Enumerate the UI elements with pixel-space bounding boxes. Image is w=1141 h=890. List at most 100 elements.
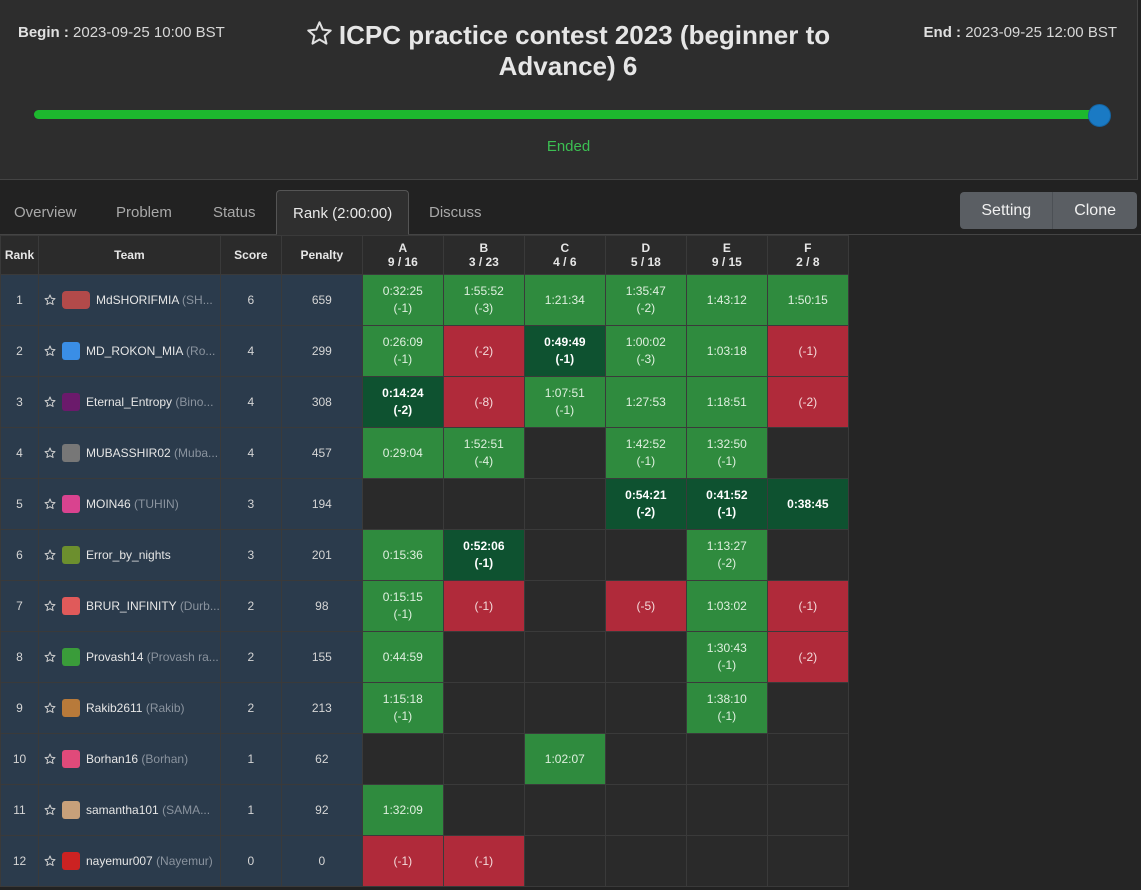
table-row: 6 Error_by_nights 3 201 0:15:36 0:52:06 (-1) 1… — [0, 529, 849, 581]
favorite-star-icon[interactable] — [44, 855, 56, 867]
solve-time: 0:54:21 — [625, 488, 667, 502]
score-header[interactable]: Score — [219, 235, 282, 275]
problem-cell-a[interactable]: 0:15:36 — [361, 529, 444, 581]
favorite-star-icon[interactable] — [44, 804, 56, 816]
team-nickname: (Durb... — [179, 599, 220, 613]
tab-overview[interactable]: Overview — [0, 190, 93, 234]
problem-cell-d[interactable]: 1:00:02 (-3) — [604, 325, 687, 377]
favorite-star-icon[interactable] — [44, 498, 56, 510]
team-name[interactable]: nayemur007 — [86, 854, 153, 868]
problem-cell-e[interactable]: 0:41:52 (-1) — [685, 478, 768, 530]
problem-cell-a[interactable]: 0:26:09 (-1) — [361, 325, 444, 377]
team-name[interactable]: Eternal_Entropy — [86, 395, 172, 409]
problem-cell-f[interactable]: (-2) — [766, 376, 849, 428]
problem-header-d[interactable]: D5 / 18 — [604, 235, 687, 275]
team-name[interactable]: Error_by_nights — [86, 548, 171, 562]
tab-problem[interactable]: Problem — [100, 190, 188, 234]
team-name[interactable]: Rakib2611 — [86, 701, 142, 715]
team-name[interactable]: MOIN46 — [86, 497, 131, 511]
problem-cell-a[interactable]: 0:15:15 (-1) — [361, 580, 444, 632]
problem-cell-e[interactable]: 1:03:18 — [685, 325, 768, 377]
team-name[interactable]: BRUR_INFINITY — [86, 599, 176, 613]
rank-header[interactable]: Rank — [0, 235, 39, 275]
team-name[interactable]: Borhan16 — [86, 752, 138, 766]
team-header[interactable]: Team — [38, 235, 221, 275]
team-name[interactable]: MD_ROKON_MIA — [86, 344, 183, 358]
problem-cell-b[interactable]: (-1) — [442, 835, 525, 887]
problem-cell-e[interactable]: 1:13:27 (-2) — [685, 529, 768, 581]
problem-header-b[interactable]: B3 / 23 — [442, 235, 525, 275]
problem-cell-f[interactable]: 1:50:15 — [766, 274, 849, 326]
problem-cell-a[interactable]: 0:29:04 — [361, 427, 444, 479]
favorite-star-icon[interactable] — [44, 396, 56, 408]
favorite-star-icon[interactable] — [44, 600, 56, 612]
problem-cell-d[interactable]: (-5) — [604, 580, 687, 632]
problem-stat: 3 / 23 — [468, 255, 499, 269]
problem-cell-c[interactable]: 0:49:49 (-1) — [523, 325, 606, 377]
favorite-star-icon[interactable] — [44, 651, 56, 663]
solve-time: 1:21:34 — [544, 292, 585, 307]
problem-cell-e[interactable]: 1:30:43 (-1) — [685, 631, 768, 683]
problem-cell-e[interactable]: 1:43:12 — [685, 274, 768, 326]
team-name[interactable]: MUBASSHIR02 — [86, 446, 171, 460]
problem-cell-a[interactable]: 0:14:24 (-2) — [361, 376, 444, 428]
problem-cell-b[interactable]: 1:55:52 (-3) — [442, 274, 525, 326]
favorite-star-icon[interactable] — [44, 702, 56, 714]
problem-cell-e[interactable]: 1:32:50 (-1) — [685, 427, 768, 479]
attempts: (-3) — [474, 301, 494, 315]
problem-header-e[interactable]: E9 / 15 — [685, 235, 768, 275]
problem-cell-f[interactable]: 0:38:45 — [766, 478, 849, 530]
problem-cell-a[interactable]: 0:32:25 (-1) — [361, 274, 444, 326]
problem-cell-f[interactable]: (-1) — [766, 580, 849, 632]
clone-button[interactable]: Clone — [1052, 192, 1137, 229]
problem-cell-a[interactable]: 1:15:18 (-1) — [361, 682, 444, 734]
problem-cell-d[interactable]: 1:27:53 — [604, 376, 687, 428]
problem-cell-c[interactable]: 1:02:07 — [523, 733, 606, 785]
problem-cell-b[interactable]: (-2) — [442, 325, 525, 377]
table-row: 1 MdSHORIFMIA (SH... 6 659 0:32:25 (-1) 1:55:5… — [0, 274, 849, 326]
favorite-star-icon[interactable] — [44, 753, 56, 765]
problem-cell-f[interactable]: (-2) — [766, 631, 849, 683]
problem-cell-a[interactable]: 1:32:09 — [361, 784, 444, 836]
problem-header-f[interactable]: F2 / 8 — [766, 235, 849, 275]
begin-value: 2023-09-25 10:00 BST — [73, 24, 225, 41]
problem-cell-d[interactable]: 1:42:52 (-1) — [604, 427, 687, 479]
favorite-star-icon[interactable] — [44, 345, 56, 357]
attempts: (-1) — [393, 352, 413, 366]
table-row: 5 MOIN46 (TUHIN) 3 194 0:54:21 (-2) 0:41:52 (-1… — [0, 478, 849, 530]
tab-rank[interactable]: Rank (2:00:00) — [276, 190, 410, 235]
problem-cell-b[interactable]: (-8) — [442, 376, 525, 428]
problem-cell-e[interactable]: 1:18:51 — [685, 376, 768, 428]
problem-cell-a[interactable]: 0:44:59 — [361, 631, 444, 683]
problem-cell-c — [523, 580, 606, 632]
problem-cell-a[interactable]: (-1) — [361, 835, 444, 887]
solve-time: 0:32:25 — [382, 284, 423, 298]
problem-cell-b[interactable]: 1:52:51 (-4) — [442, 427, 525, 479]
problem-cell-a — [361, 478, 444, 530]
favorite-star-icon[interactable] — [306, 20, 333, 47]
team-name[interactable]: samantha101 — [86, 803, 159, 817]
problem-cell-d[interactable]: 1:35:47 (-2) — [604, 274, 687, 326]
problem-cell-b[interactable]: 0:52:06 (-1) — [442, 529, 525, 581]
team-name[interactable]: Provash14 — [86, 650, 143, 664]
problem-cell-c[interactable]: 1:07:51 (-1) — [523, 376, 606, 428]
solve-time: 0:15:36 — [382, 547, 423, 562]
progress-handle[interactable] — [1088, 104, 1111, 127]
setting-button[interactable]: Setting — [960, 192, 1053, 229]
team-name[interactable]: MdSHORIFMIA — [96, 293, 179, 307]
problem-header-a[interactable]: A9 / 16 — [361, 235, 444, 275]
problem-cell-e[interactable]: 1:38:10 (-1) — [685, 682, 768, 734]
problem-cell-e[interactable]: 1:03:02 — [685, 580, 768, 632]
problem-cell-f[interactable]: (-1) — [766, 325, 849, 377]
tab-status[interactable]: Status — [197, 190, 272, 234]
problem-header-c[interactable]: C4 / 6 — [523, 235, 606, 275]
favorite-star-icon[interactable] — [44, 549, 56, 561]
tab-discuss[interactable]: Discuss — [413, 190, 498, 234]
favorite-star-icon[interactable] — [44, 294, 56, 306]
problem-cell-b[interactable]: (-1) — [442, 580, 525, 632]
problem-cell-c[interactable]: 1:21:34 — [523, 274, 606, 326]
penalty-header[interactable]: Penalty — [280, 235, 363, 275]
problem-cell-d[interactable]: 0:54:21 (-2) — [604, 478, 687, 530]
problem-cell-d — [604, 529, 687, 581]
favorite-star-icon[interactable] — [44, 447, 56, 459]
